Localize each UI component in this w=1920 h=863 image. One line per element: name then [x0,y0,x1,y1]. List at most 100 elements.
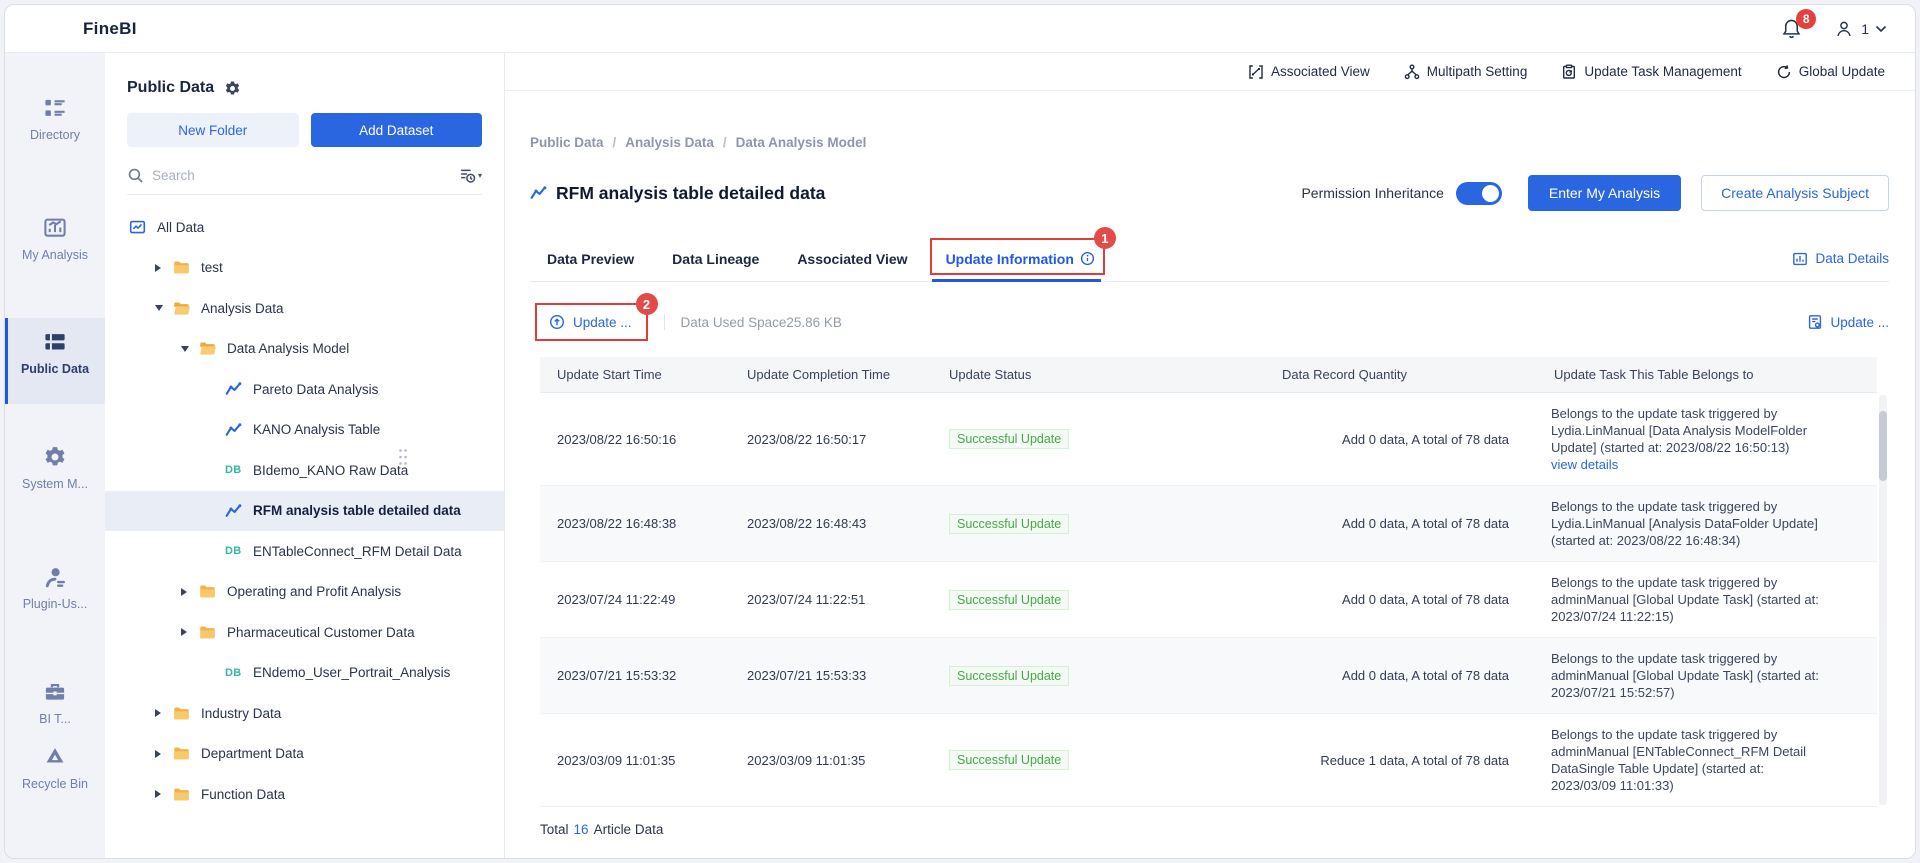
tree-item-bidemo-kano-raw-data[interactable]: DB BIdemo_KANO Raw Data [105,450,504,491]
tree-item-department-data[interactable]: Department Data [105,734,504,775]
directory-icon [43,99,67,123]
tree-arrow-icon[interactable] [181,588,199,596]
data-details-icon [1792,251,1808,267]
notifications-button[interactable]: 8 [1780,8,1817,44]
annotation-badge-2: 2 [635,293,658,315]
panel-title: Public Data [127,79,215,96]
panel-resize-handle[interactable] [398,448,408,471]
notification-badge: 8 [1796,8,1817,29]
rail-item-plugin-us[interactable]: Plugin-Us... [5,565,105,611]
recent-filter-button[interactable]: ▾ [459,167,482,184]
update-history-table: Update Start Time Update Completion Time U… [540,357,1887,807]
tree-item-rfm-analysis-table-detailed-data[interactable]: RFM analysis table detailed data [105,490,504,531]
rail-item-directory[interactable]: Directory [5,96,105,142]
tree-item-analysis-data[interactable]: Analysis Data [105,288,504,329]
view-details-link[interactable]: view details [1551,456,1822,473]
tree-item-all-data[interactable]: All Data [105,207,504,248]
database-table-icon: DB [225,464,242,477]
toolbar-associated-view[interactable]: Associated View [1248,64,1370,80]
gear-icon[interactable] [224,80,241,97]
update-start-time: 2023/08/22 16:50:16 [557,431,677,447]
tree-item-industry-data[interactable]: Industry Data [105,693,504,734]
status-badge: Successful Update [949,429,1070,449]
tree-item-kano-analysis-table[interactable]: KANO Analysis Table [105,410,504,451]
data-details-link[interactable]: Data Details [1792,251,1889,267]
tree-item-label: Data Analysis Model [227,341,350,357]
app-window: FineBI 8 1 Directory My Analysis Public … [4,4,1916,859]
tab-associated-view[interactable]: Associated View [797,236,907,281]
add-dataset-button[interactable]: Add Dataset [310,113,482,147]
tree-item-test[interactable]: test [105,248,504,289]
update-button[interactable]: Update ... [573,315,632,330]
permission-toggle[interactable] [1455,181,1502,205]
plugin-user-icon [43,568,67,592]
rail-item-bi-t[interactable]: BI T... [5,680,105,723]
tree-item-operating-and-profit-analysis[interactable]: Operating and Profit Analysis [105,572,504,613]
rail-item-my-analysis[interactable]: My Analysis [5,216,105,262]
folder-closed-icon [173,746,193,762]
tree-item-label: Function Data [201,786,286,802]
main-content: Associated View Multipath Setting Update… [505,53,1915,858]
new-folder-button[interactable]: New Folder [127,113,299,147]
folder-open-icon [199,341,219,357]
tree-item-entableconnect-rfm-detail-data[interactable]: DB ENTableConnect_RFM Detail Data [105,531,504,572]
update-start-time: 2023/03/09 11:01:35 [557,752,676,768]
tree-arrow-icon[interactable] [155,305,173,311]
tab-update-information[interactable]: Update Information 1 [929,227,1116,282]
tab-data-lineage[interactable]: Data Lineage [672,236,759,281]
breadcrumb-data-analysis-model[interactable]: Data Analysis Model [736,135,867,150]
update-completion-time: 2023/07/21 15:53:33 [747,668,867,683]
column-header-data-record-quantity: Data Record Quantity [1282,367,1408,382]
table-footer: Total 16 Article Data [540,822,664,837]
breadcrumb-public-data[interactable]: Public Data [530,135,604,150]
user-menu[interactable]: 1 [1833,18,1887,40]
toolbar-update-task-management[interactable]: Update Task Management [1561,64,1742,80]
tree-item-function-data[interactable]: Function Data [105,774,504,815]
tree-arrow-icon[interactable] [181,346,199,352]
search-input[interactable] [152,168,451,183]
table-scrollbar[interactable] [1879,395,1887,805]
table-row: 2023/08/22 16:48:38 2023/08/22 16:48:43 … [540,486,1877,562]
title-row: RFM analysis table detailed data Permiss… [530,173,1889,213]
table-body: 2023/08/22 16:50:16 2023/08/22 16:50:17 … [540,393,1877,807]
tree-item-endemo-user-portrait-analysis[interactable]: DB ENdemo_User_Portrait_Analysis [105,653,504,694]
breadcrumb-analysis-data[interactable]: Analysis Data [625,135,714,150]
tree-item-pareto-data-analysis[interactable]: Pareto Data Analysis [105,369,504,410]
total-count: 16 [573,822,589,837]
tree-arrow-icon[interactable] [155,790,173,798]
status-badge: Successful Update [949,589,1070,610]
folder-closed-icon [199,624,219,640]
panel-buttons: New Folder Add Dataset [105,113,504,147]
bell-icon [1780,19,1803,44]
data-record-quantity: Add 0 data, A total of 78 data [1342,668,1509,683]
tree-arrow-icon[interactable] [155,750,173,758]
update-task-description: Belongs to the update task triggered by … [1537,405,1877,473]
tree-arrow-icon[interactable] [155,709,173,717]
tree-arrow-icon[interactable] [155,264,173,272]
enter-my-analysis-button[interactable]: Enter My Analysis [1527,175,1682,211]
rail-item-system-m[interactable]: System M... [5,445,105,491]
tree-item-pharmaceutical-customer-data[interactable]: Pharmaceutical Customer Data [105,612,504,653]
tree-item-label: Operating and Profit Analysis [227,584,402,600]
tree-item-label: Pharmaceutical Customer Data [227,624,415,640]
info-icon[interactable] [1080,251,1095,266]
database-table-icon: DB [225,545,242,558]
my-analysis-icon [43,218,67,243]
page-title: RFM analysis table detailed data [556,182,826,203]
scrollbar-thumb[interactable] [1879,411,1887,481]
rail-item-recycle-bin[interactable]: Recycle Bin [5,745,105,791]
tab-data-preview[interactable]: Data Preview [547,236,634,281]
recycle-icon [43,748,67,772]
rail-item-public-data[interactable]: Public Data [5,318,105,404]
update-completion-time: 2023/07/24 11:22:51 [747,592,866,607]
update-settings-link[interactable]: Update ... [1807,314,1889,330]
toolbar-global-update[interactable]: Global Update [1776,64,1885,80]
update-task-description: Belongs to the update task triggered by … [1551,575,1819,624]
breadcrumb-separator: / [722,135,727,150]
tree-item-data-analysis-model[interactable]: Data Analysis Model [105,329,504,370]
tree-item-label: ENdemo_User_Portrait_Analysis [253,665,451,681]
folder-closed-icon [173,786,193,802]
toolbar-multipath-setting[interactable]: Multipath Setting [1404,64,1527,80]
tree-arrow-icon[interactable] [181,628,199,636]
create-analysis-subject-button[interactable]: Create Analysis Subject [1701,175,1889,211]
